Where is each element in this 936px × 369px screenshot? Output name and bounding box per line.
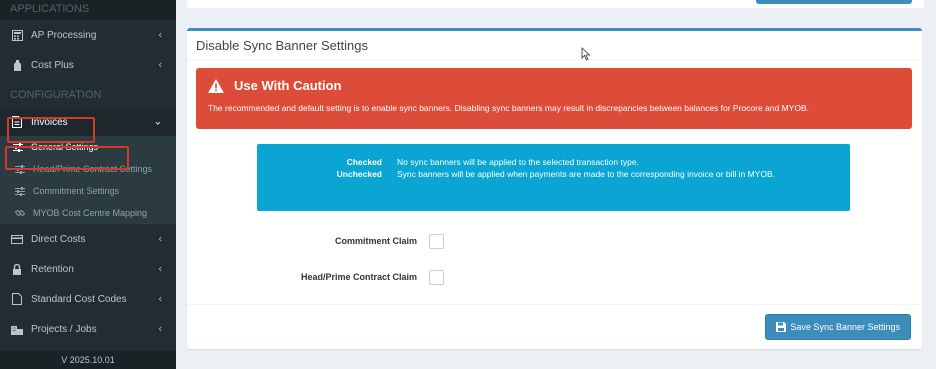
- sidebar-header-configuration: CONFIGURATION: [0, 80, 176, 108]
- sliders-icon: [15, 186, 25, 196]
- sidebar-item-invoices[interactable]: Invoices ⌄: [0, 108, 176, 136]
- sidebar-subitem-head-prime-settings[interactable]: Head/Prime Contract Settings: [0, 158, 176, 180]
- head-prime-claim-checkbox[interactable]: [429, 269, 444, 285]
- main-content: Disable Sync Banner Settings Use With Ca…: [176, 0, 936, 369]
- sidebar-item-label: Projects / Jobs: [31, 323, 97, 335]
- document-icon: [11, 293, 23, 305]
- chevron-left-icon: ‹: [158, 323, 162, 335]
- lock-icon: [11, 263, 23, 275]
- sidebar-subitem-general-settings[interactable]: General Settings: [0, 136, 176, 158]
- sidebar-item-label: AP Processing: [31, 29, 97, 41]
- file-icon: [11, 116, 23, 128]
- chevron-left-icon: ‹: [158, 29, 162, 41]
- link-icon: [15, 208, 25, 218]
- app-version: V 2025.10.01: [0, 351, 176, 369]
- sidebar-submenu-invoices: General Settings Head/Prime Contract Set…: [0, 136, 176, 224]
- sidebar-header-applications: APPLICATIONS: [0, 0, 176, 20]
- commitment-claim-row: Commitment Claim: [187, 231, 922, 251]
- bottle-icon: [11, 59, 23, 71]
- sidebar-subitem-label: General Settings: [31, 142, 99, 152]
- sidebar-subitem-label: Commitment Settings: [33, 186, 120, 196]
- sidebar-item-label: Retention: [31, 263, 74, 275]
- chevron-left-icon: ‹: [158, 263, 162, 275]
- sliders-icon: [13, 142, 23, 152]
- sync-banner-settings-panel: Disable Sync Banner Settings Use With Ca…: [187, 28, 922, 349]
- sidebar-subitem-commitment-settings[interactable]: Commitment Settings: [0, 180, 176, 202]
- calculator-icon: [11, 29, 23, 41]
- save-button-label: Save Sync Banner Settings: [790, 322, 900, 332]
- sidebar: APPLICATIONS AP Processing ‹ Cost Plus ‹…: [0, 0, 176, 369]
- head-prime-claim-label: Head/Prime Contract Claim: [300, 272, 417, 282]
- info-row-checked: Checked No sync banners will be applied …: [257, 156, 850, 168]
- sidebar-item-label: Cost Plus: [31, 59, 74, 71]
- caution-alert: Use With Caution The recommended and def…: [196, 68, 912, 129]
- info-callout: Checked No sync banners will be applied …: [257, 144, 850, 211]
- card-icon: [11, 233, 23, 245]
- sidebar-item-label: Standard Cost Codes: [31, 293, 127, 305]
- chevron-down-icon: ⌄: [153, 116, 162, 128]
- info-row-unchecked: Unchecked Sync banners will be applied w…: [257, 168, 850, 180]
- commitment-claim-checkbox[interactable]: [429, 233, 444, 249]
- sidebar-subitem-label: Head/Prime Contract Settings: [33, 164, 153, 174]
- alert-title-row: Use With Caution: [208, 78, 900, 93]
- mouse-cursor-icon: [581, 47, 591, 61]
- save-icon: [776, 322, 787, 332]
- panel-title: Disable Sync Banner Settings: [187, 31, 922, 60]
- sidebar-item-projects-jobs[interactable]: Projects / Jobs ‹: [0, 314, 176, 344]
- chevron-left-icon: ‹: [158, 233, 162, 245]
- sidebar-item-label: Invoices: [31, 116, 68, 128]
- save-sync-banner-settings-button[interactable]: Save Sync Banner Settings: [765, 314, 911, 340]
- info-val-checked: No sync banners will be applied to the s…: [397, 157, 639, 167]
- sidebar-subitem-myob-mapping[interactable]: MYOB Cost Centre Mapping: [0, 202, 176, 224]
- alert-title: Use With Caution: [234, 78, 342, 93]
- sidebar-subitem-label: MYOB Cost Centre Mapping: [33, 208, 148, 218]
- sidebar-item-standard-cost-codes[interactable]: Standard Cost Codes ‹: [0, 284, 176, 314]
- chevron-left-icon: ‹: [158, 293, 162, 305]
- sidebar-item-ap-processing[interactable]: AP Processing ‹: [0, 20, 176, 50]
- sidebar-item-label: Direct Costs: [31, 233, 86, 245]
- panel-footer: Save Sync Banner Settings: [187, 304, 922, 349]
- sidebar-item-retention[interactable]: Retention ‹: [0, 254, 176, 284]
- info-val-unchecked: Sync banners will be applied when paymen…: [397, 169, 775, 179]
- previous-save-button-stub[interactable]: [756, 0, 912, 4]
- commitment-claim-label: Commitment Claim: [334, 236, 417, 246]
- sidebar-item-cost-plus[interactable]: Cost Plus ‹: [0, 50, 176, 80]
- alert-text: The recommended and default setting is t…: [208, 103, 809, 113]
- info-key-unchecked: Unchecked: [336, 169, 382, 179]
- sliders-icon: [15, 164, 25, 174]
- chevron-left-icon: ‹: [158, 59, 162, 71]
- building-icon: [11, 323, 23, 335]
- sidebar-item-direct-costs[interactable]: Direct Costs ‹: [0, 224, 176, 254]
- info-key-checked: Checked: [346, 157, 382, 167]
- warning-icon: [208, 78, 224, 93]
- head-prime-claim-row: Head/Prime Contract Claim: [187, 267, 922, 287]
